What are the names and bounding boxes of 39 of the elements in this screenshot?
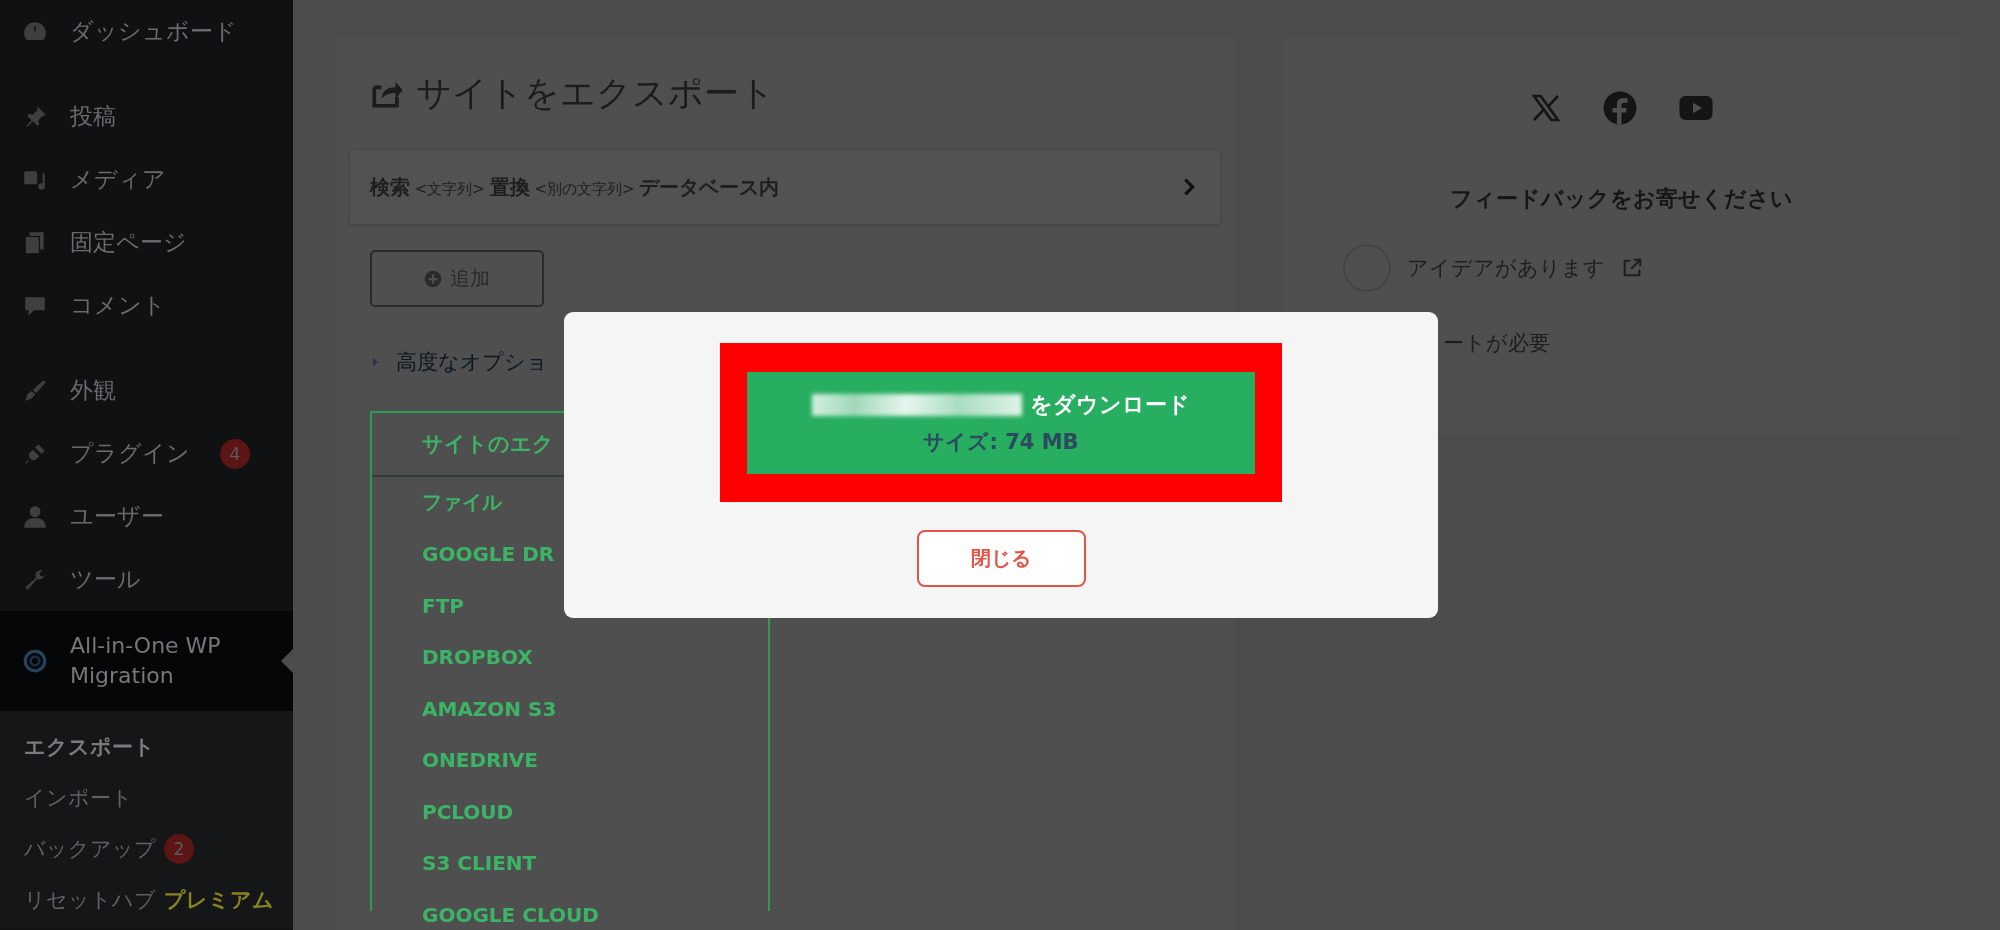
sidebar-item[interactable]: 外観 — [0, 359, 293, 422]
sidebar-item[interactable]: メディア — [0, 148, 293, 211]
migration-icon — [22, 648, 48, 674]
file-size: サイズ: 74 MB — [923, 428, 1079, 456]
sidebar-item[interactable]: ダッシュボード — [0, 0, 293, 63]
export-option[interactable]: FTP — [422, 593, 464, 618]
export-option[interactable]: PCLOUD — [422, 799, 514, 824]
premium-label: プレミアム — [164, 886, 274, 914]
export-option[interactable]: S3 CLIENT — [422, 851, 537, 876]
facebook-icon — [1601, 90, 1638, 126]
plus-circle-icon — [424, 269, 442, 288]
sidebar-item[interactable]: 固定ページ — [0, 211, 293, 274]
advanced-options-link[interactable]: 高度なオプショ — [396, 348, 548, 376]
sidebar-item[interactable]: All-in-One WP Migration — [0, 611, 293, 711]
x-logo-icon — [1529, 92, 1562, 124]
submenu-item[interactable]: インポート — [24, 783, 133, 812]
export-option[interactable]: GOOGLE CLOUD — [422, 902, 599, 927]
sidebar-item[interactable]: ツール — [0, 548, 293, 611]
export-option[interactable]: ONEDRIVE — [422, 748, 538, 773]
export-option[interactable]: ファイル — [422, 489, 502, 517]
download-label: をダウンロード — [1030, 390, 1190, 419]
sidebar-item[interactable]: コメント — [0, 274, 293, 337]
export-option[interactable]: DROPBOX — [422, 645, 533, 670]
export-option[interactable]: GOOGLE DR — [422, 542, 555, 567]
brush-icon — [22, 377, 48, 404]
count-badge: 4 — [220, 438, 250, 469]
submenu-item[interactable]: バックアップ — [24, 834, 156, 863]
export-option[interactable]: AMAZON S3 — [422, 696, 557, 721]
sidebar-item[interactable]: 投稿 — [0, 85, 293, 148]
user-icon — [22, 503, 48, 530]
submenu-item[interactable]: リセットハブ — [24, 885, 156, 914]
menu-header: サイトのエク — [422, 431, 554, 458]
submenu-item[interactable]: エクスポート — [24, 732, 155, 761]
count-badge: 2 — [164, 833, 194, 864]
feedback-heading: フィードバックをお寄せください — [1450, 185, 1793, 213]
download-button[interactable]: をダウンロード サイズ: 74 MB — [747, 371, 1255, 474]
sidebar-item[interactable]: ユーザー — [0, 485, 293, 548]
sidebar-item[interactable]: プラグイン 4 — [0, 422, 293, 485]
close-button[interactable]: 閉じる — [916, 530, 1086, 587]
